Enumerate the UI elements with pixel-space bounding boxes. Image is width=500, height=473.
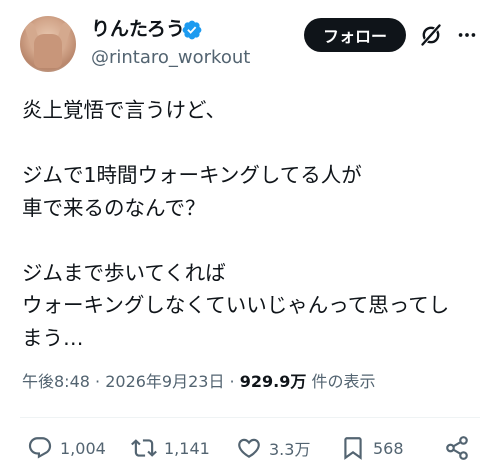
views-count: 929.9万 xyxy=(239,372,307,391)
divider xyxy=(20,417,480,418)
grok-icon[interactable] xyxy=(419,23,443,47)
user-handle[interactable]: @rintaro_workout xyxy=(91,46,250,70)
tweet-text: 炎上覚悟で言うけど、 ジムで1時間ウォーキングしてる人が 車で来るのなんで？ ジ… xyxy=(22,98,450,350)
heart-icon xyxy=(238,438,260,458)
reply-count: 1,004 xyxy=(60,438,106,458)
tweet-meta: 午後8:48 · 2026年9月23日 · 929.9万 件の表示 xyxy=(22,371,375,393)
avatar-torso xyxy=(34,34,62,68)
reply-button[interactable]: 1,004 xyxy=(27,434,106,462)
like-button[interactable]: 3.3万 xyxy=(236,434,310,462)
tweet-date[interactable]: 2026年9月23日 xyxy=(105,372,224,391)
bookmark-count: 568 xyxy=(373,438,404,458)
more-icon[interactable] xyxy=(456,24,478,46)
share-icon xyxy=(446,436,468,460)
retweet-icon xyxy=(131,439,157,457)
display-name[interactable]: りんたろう xyxy=(91,16,185,42)
retweet-count: 1,141 xyxy=(164,438,210,458)
views-label: 件の表示 xyxy=(306,372,376,391)
tweet-time[interactable]: 午後8:48 xyxy=(22,372,90,391)
meta-separator: · xyxy=(89,372,106,391)
bookmark-button[interactable]: 568 xyxy=(340,434,404,462)
meta-separator: · xyxy=(224,372,240,391)
like-count: 3.3万 xyxy=(269,440,311,459)
verified-badge-icon xyxy=(182,20,202,40)
avatar[interactable] xyxy=(20,16,76,72)
retweet-button[interactable]: 1,141 xyxy=(131,434,210,462)
bookmark-icon xyxy=(344,437,362,460)
share-button[interactable] xyxy=(444,434,470,462)
reply-icon xyxy=(28,437,52,459)
follow-button[interactable]: フォロー xyxy=(304,18,406,52)
